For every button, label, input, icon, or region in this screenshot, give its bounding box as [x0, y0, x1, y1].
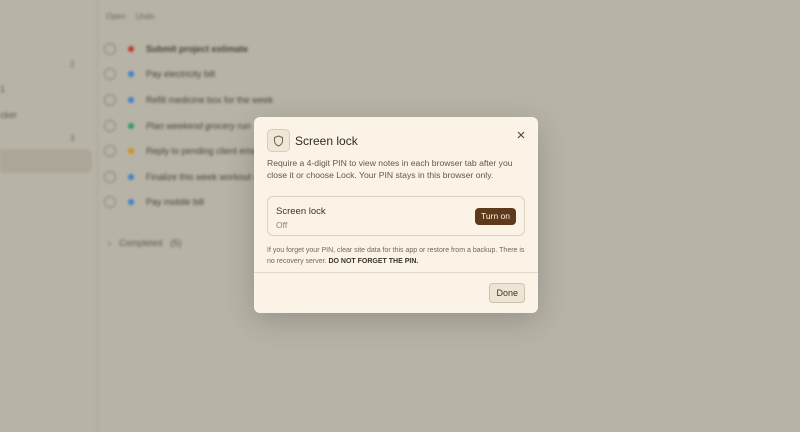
setting-status: Off [276, 220, 288, 230]
task-row[interactable]: Refill medicine box for the week [104, 90, 273, 110]
task-checkbox[interactable] [104, 196, 116, 208]
task-title: Plan weekend grocery run [146, 121, 251, 131]
task-checkbox[interactable] [104, 94, 116, 106]
pin-warning-emphasis: DO NOT FORGET THE PIN. [328, 258, 419, 265]
screen-lock-dialog: Screen lock Require a 4-digit PIN to vie… [254, 117, 538, 313]
sidebar-item[interactable]: 1 [0, 84, 5, 94]
task-title: Reply to pending client ema [146, 146, 258, 156]
priority-dot [128, 97, 134, 103]
task-checkbox[interactable] [104, 145, 116, 157]
completed-count: (5) [170, 238, 182, 248]
task-title: Refill medicine box for the week [146, 95, 274, 105]
completed-label: Completed [119, 238, 163, 248]
tab-open[interactable]: Open [106, 12, 126, 21]
task-row[interactable]: Pay electricity bill [104, 64, 215, 84]
screen-lock-setting-card: Screen lock Off Turn on [267, 196, 525, 236]
task-title: Pay electricity bill [146, 69, 216, 79]
priority-dot [128, 174, 134, 180]
tab-undo[interactable]: Undo [136, 12, 155, 21]
task-row[interactable]: Pay mobile bill [104, 192, 204, 212]
task-checkbox[interactable] [104, 43, 116, 55]
sidebar-item[interactable]: cker [0, 110, 17, 120]
priority-dot [128, 148, 134, 154]
priority-dot [128, 199, 134, 205]
task-checkbox[interactable] [104, 120, 116, 132]
task-row[interactable]: Reply to pending client ema [104, 141, 257, 161]
sidebar-item-active[interactable] [0, 149, 92, 173]
close-icon[interactable] [515, 128, 527, 140]
tab-bar: Open Undo [106, 12, 155, 21]
priority-dot [128, 71, 134, 77]
task-title: Finalize this week workout s [146, 172, 259, 182]
task-title: Submit project estimate [146, 44, 249, 54]
priority-dot [128, 46, 134, 52]
turn-on-button[interactable]: Turn on [475, 208, 516, 225]
shield-icon [267, 129, 290, 152]
sidebar: 2 1 cker 3 [0, 0, 98, 432]
task-title: Pay mobile bill [146, 197, 205, 207]
task-checkbox[interactable] [104, 68, 116, 80]
dialog-divider [254, 272, 538, 273]
completed-section-toggle[interactable]: › Completed (5) [108, 238, 182, 248]
sidebar-count: 2 [70, 60, 75, 69]
priority-dot [128, 123, 134, 129]
task-row[interactable]: Submit project estimate [104, 39, 248, 59]
task-row[interactable]: Finalize this week workout s [104, 167, 258, 187]
setting-title: Screen lock [276, 206, 326, 217]
pin-warning-note: If you forget your PIN, clear site data … [267, 245, 529, 267]
chevron-right-icon: › [108, 238, 111, 248]
task-row[interactable]: Plan weekend grocery run [104, 116, 251, 136]
done-button[interactable]: Done [489, 283, 525, 303]
dialog-title: Screen lock [295, 134, 358, 148]
sidebar-count: 3 [70, 134, 75, 143]
dialog-description: Require a 4-digit PIN to view notes in e… [267, 158, 513, 180]
task-checkbox[interactable] [104, 171, 116, 183]
